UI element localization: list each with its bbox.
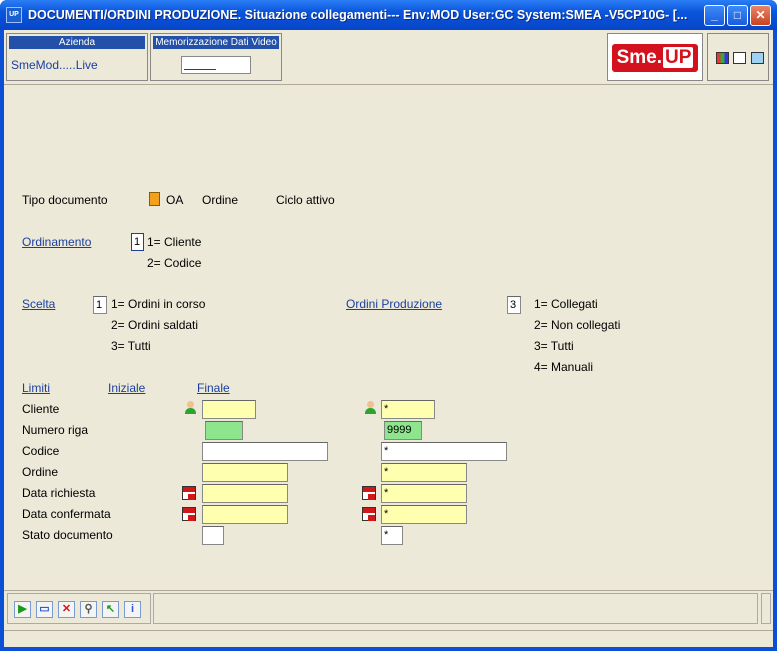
ordering-input[interactable]: 1	[131, 233, 144, 251]
video-box: Memorizzazione Dati Video	[150, 33, 282, 81]
order-initial-input[interactable]	[202, 463, 288, 482]
choice-input[interactable]: 1	[93, 296, 107, 314]
doc-status-initial-input[interactable]	[202, 526, 224, 545]
doc-type-label: Tipo documento	[22, 193, 108, 207]
choice-option-1: 1= Ordini in corso	[111, 297, 206, 311]
calendar-icon[interactable]	[182, 507, 196, 521]
final-header: Finale	[197, 381, 230, 395]
customer-label: Cliente	[22, 402, 60, 416]
order-final-input[interactable]: *	[381, 463, 467, 482]
title-bar[interactable]: UP DOCUMENTI/ORDINI PRODUZIONE. Situazio…	[0, 0, 777, 30]
close-button[interactable]: ✕	[750, 5, 771, 26]
status-bar	[4, 630, 773, 647]
company-value: SmeMod.....Live	[11, 58, 98, 72]
request-date-label: Data richiesta	[22, 486, 96, 500]
company-box: Azienda SmeMod.....Live	[6, 33, 148, 81]
production-orders-option-2: 2= Non collegati	[534, 318, 621, 332]
production-orders-option-3: 3= Tutti	[534, 339, 574, 353]
request-date-initial-input[interactable]	[202, 484, 288, 503]
limits-header: Limiti	[22, 381, 51, 395]
doc-status-final-input[interactable]: *	[381, 526, 403, 545]
tools-box	[707, 33, 769, 81]
message-area	[153, 593, 758, 624]
production-orders-input[interactable]: 3	[507, 296, 521, 314]
color-palette-icon[interactable]	[716, 52, 729, 64]
bottom-toolbar: ▶ ▭ ✕ ⚲ ↖ i	[4, 590, 773, 626]
choice-option-2: 2= Ordini saldati	[111, 318, 199, 332]
code-label: Codice	[22, 444, 60, 458]
doc-status-label: Stato documento	[22, 528, 113, 542]
user-icon[interactable]	[364, 401, 377, 414]
confirmed-date-final-input[interactable]: *	[381, 505, 467, 524]
client-area: Azienda SmeMod.....Live Memorizzazione D…	[4, 30, 773, 647]
logo-box: Sme. UP	[607, 33, 703, 81]
production-orders-label[interactable]: Ordini Produzione	[346, 297, 442, 311]
company-caption: Azienda	[9, 36, 145, 49]
choice-option-3: 3= Tutti	[111, 339, 151, 353]
search-icon[interactable]: ⚲	[80, 601, 97, 618]
code-initial-input[interactable]	[202, 442, 328, 461]
ordering-option-2: 2= Codice	[147, 256, 202, 270]
code-final-input[interactable]: *	[381, 442, 507, 461]
confirmed-date-initial-input[interactable]	[202, 505, 288, 524]
doc-type-icon[interactable]	[149, 192, 160, 206]
open-icon[interactable]: ▭	[36, 601, 53, 618]
user-icon[interactable]	[184, 401, 197, 414]
ordering-option-1: 1= Cliente	[147, 235, 202, 249]
app-icon[interactable]: UP	[6, 7, 22, 23]
window-title: DOCUMENTI/ORDINI PRODUZIONE. Situazione …	[28, 8, 688, 22]
row-number-label: Numero riga	[22, 423, 89, 437]
customer-initial-input[interactable]	[202, 400, 256, 419]
doc-type-code: OA	[166, 193, 184, 207]
request-date-final-input[interactable]: *	[381, 484, 467, 503]
calendar-icon[interactable]	[182, 486, 196, 500]
header-panel: Azienda SmeMod.....Live Memorizzazione D…	[4, 30, 773, 85]
confirmed-date-label: Data confermata	[22, 507, 111, 521]
production-orders-option-4: 4= Manuali	[534, 360, 594, 374]
calendar-icon[interactable]	[362, 486, 376, 500]
notes-icon[interactable]	[733, 52, 746, 64]
smeup-logo: Sme. UP	[612, 44, 698, 72]
toolbar-end	[761, 593, 771, 624]
production-orders-option-1: 1= Collegati	[534, 297, 598, 311]
info-icon[interactable]: i	[124, 601, 141, 618]
order-label: Ordine	[22, 465, 59, 479]
minimize-button[interactable]: _	[704, 5, 725, 26]
video-memory-input[interactable]	[181, 56, 251, 74]
calendar-icon[interactable]	[362, 507, 376, 521]
choice-label[interactable]: Scelta	[22, 297, 55, 311]
back-icon[interactable]: ↖	[102, 601, 119, 618]
command-buttons: ▶ ▭ ✕ ⚲ ↖ i	[7, 593, 151, 624]
ordering-label[interactable]: Ordinamento	[22, 235, 91, 249]
initial-header: Iniziale	[108, 381, 146, 395]
run-icon[interactable]: ▶	[14, 601, 31, 618]
customer-final-input[interactable]: *	[381, 400, 435, 419]
doc-type-cycle: Ciclo attivo	[276, 193, 335, 207]
row-number-initial-input[interactable]	[205, 421, 243, 440]
doc-type-desc: Ordine	[202, 193, 239, 207]
cancel-icon[interactable]: ✕	[58, 601, 75, 618]
application-window: UP DOCUMENTI/ORDINI PRODUZIONE. Situazio…	[0, 0, 777, 651]
video-caption: Memorizzazione Dati Video	[153, 36, 279, 49]
row-number-final-input[interactable]: 9999	[384, 421, 422, 440]
book-icon[interactable]	[751, 52, 764, 64]
maximize-button[interactable]: □	[727, 5, 748, 26]
